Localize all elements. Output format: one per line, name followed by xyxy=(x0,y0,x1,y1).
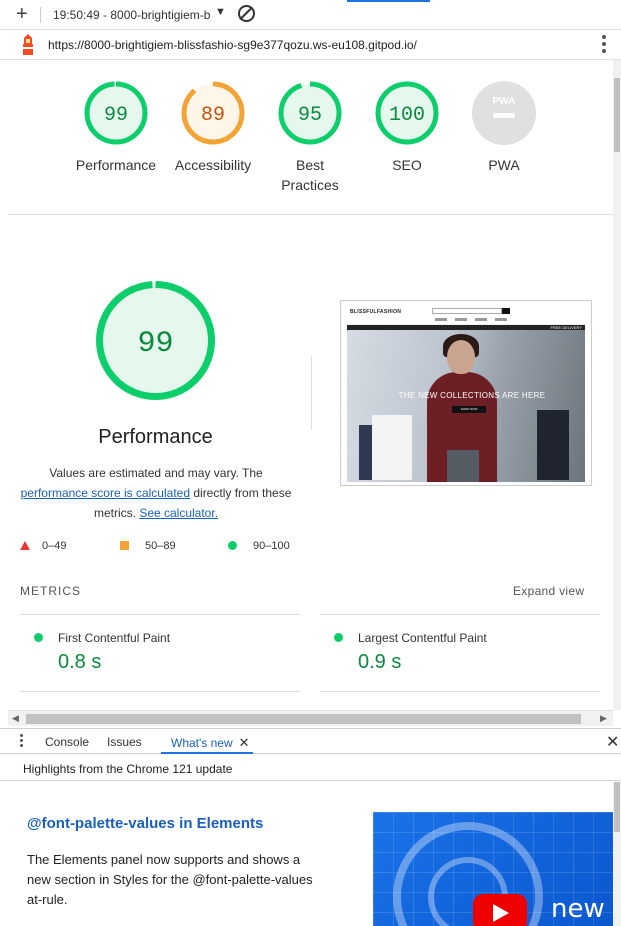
final-screenshot[interactable]: BLISSFULFASHION FREE DELIVERY THE NEW CO… xyxy=(340,300,592,486)
metric-value: 0.9 s xyxy=(358,651,402,673)
clear-reports-icon[interactable] xyxy=(238,5,255,22)
legend-average: 50–89 xyxy=(120,540,176,552)
performance-description: Values are estimated and may vary. The p… xyxy=(16,463,296,523)
gauge-performance[interactable]: 99 Performance xyxy=(66,80,166,175)
hero-headline: THE NEW COLLECTIONS ARE HERE xyxy=(398,391,546,400)
pass-circle-icon xyxy=(228,541,237,550)
pass-circle-icon xyxy=(334,633,343,642)
pass-circle-icon xyxy=(34,633,43,642)
site-header: BLISSFULFASHION xyxy=(347,305,585,325)
legend-pass: 90–100 xyxy=(228,540,290,552)
gauge-label: SEO xyxy=(392,157,422,173)
performance-score-gauge: 99 xyxy=(96,281,215,400)
tab-issues[interactable]: Issues xyxy=(107,735,142,749)
close-drawer-icon[interactable]: ✕ xyxy=(606,732,619,752)
gauge-ring: 100 xyxy=(375,81,439,145)
play-icon[interactable] xyxy=(473,894,527,926)
see-calculator-link[interactable]: See calculator. xyxy=(139,506,218,520)
gauge-pwa[interactable]: PWA PWA xyxy=(454,80,554,175)
metric-value: 0.8 s xyxy=(58,651,102,673)
gauge-score: 95 xyxy=(298,104,322,127)
lighthouse-report: 99 Performance 89 Accessibility 95 Best … xyxy=(8,60,613,710)
pwa-badge-icon: PWA xyxy=(472,81,536,145)
toolbar-divider xyxy=(40,7,41,23)
drawer-vertical-scrollbar[interactable] xyxy=(613,782,621,926)
desc-text: Values are estimated and may vary. The xyxy=(49,466,263,480)
more-options-icon[interactable] xyxy=(602,35,606,55)
fail-triangle-icon xyxy=(20,541,30,550)
gauge-score: 99 xyxy=(104,104,128,127)
drawer-tabbar: Console Issues What's new ✕ ✕ xyxy=(0,728,621,754)
performance-title: Performance xyxy=(98,426,213,448)
metrics-header: METRICS xyxy=(20,584,81,598)
gauge-label: Performance xyxy=(75,157,157,173)
tab-indicator xyxy=(347,0,430,2)
gauge-accessibility[interactable]: 89 Accessibility xyxy=(163,80,263,175)
url-bar: https://8000-brightigiem-blissfashio-sg9… xyxy=(0,30,621,60)
tab-whats-new[interactable]: What's new ✕ xyxy=(171,735,250,751)
drawer-menu-icon[interactable] xyxy=(20,734,24,750)
thumbnail-text: new xyxy=(551,894,605,924)
feature-description: The Elements panel now supports and show… xyxy=(27,852,313,907)
gauge-best-practices[interactable]: 95 Best Practices xyxy=(260,80,360,195)
metric-name: First Contentful Paint xyxy=(58,631,171,645)
gauge-score: 89 xyxy=(201,104,225,127)
whats-new-panel: @font-palette-values in Elements The Ele… xyxy=(0,782,613,926)
active-tab-indicator xyxy=(161,752,253,754)
highlights-text: Highlights from the Chrome 121 update xyxy=(23,762,233,776)
gauge-ring: 99 xyxy=(84,81,148,145)
site-search-box xyxy=(432,308,502,314)
score-gauges: 99 Performance 89 Accessibility 95 Best … xyxy=(8,60,613,215)
gauge-seo[interactable]: 100 SEO xyxy=(357,80,457,175)
metric-lcp: Largest Contentful Paint 0.9 s xyxy=(320,614,600,692)
report-dropdown-icon[interactable]: ▼ xyxy=(215,6,226,18)
metric-fcp: First Contentful Paint 0.8 s xyxy=(20,614,300,692)
feature-video-thumbnail[interactable]: new xyxy=(373,812,613,926)
pwa-badge-text: PWA xyxy=(493,96,516,107)
site-search-button xyxy=(502,308,510,314)
report-toolbar: + 19:50:49 - 8000-brightigiem-b ▼ xyxy=(0,0,621,30)
feature-title[interactable]: @font-palette-values in Elements xyxy=(27,815,263,832)
gauge-label: Best Practices xyxy=(281,157,339,193)
site-nav xyxy=(435,318,515,321)
score-calculated-link[interactable]: performance score is calculated xyxy=(21,486,190,500)
hero-image: THE NEW COLLECTIONS ARE HERE SHOP NOW xyxy=(347,330,585,482)
lighthouse-icon xyxy=(23,34,33,55)
close-tab-icon[interactable]: ✕ xyxy=(239,735,250,750)
site-logo: BLISSFULFASHION xyxy=(350,309,402,315)
gauge-ring: 89 xyxy=(181,81,245,145)
performance-score: 99 xyxy=(137,327,173,361)
gauge-score: 100 xyxy=(389,104,425,127)
legend-fail: 0–49 xyxy=(20,540,66,552)
report-selector[interactable]: 19:50:49 - 8000-brightigiem-b xyxy=(53,8,210,22)
report-url: https://8000-brightigiem-blissfashio-sg9… xyxy=(48,38,417,52)
report-vertical-scrollbar[interactable] xyxy=(613,60,621,710)
new-report-button[interactable]: + xyxy=(16,4,28,24)
section-divider xyxy=(311,356,312,430)
tab-console[interactable]: Console xyxy=(45,735,89,749)
average-square-icon xyxy=(120,541,129,550)
highlights-bar: Highlights from the Chrome 121 update xyxy=(0,755,621,781)
expand-view-toggle[interactable]: Expand view xyxy=(513,584,584,598)
hero-button: SHOP NOW xyxy=(452,406,486,413)
scroll-left-icon[interactable]: ◀ xyxy=(12,713,19,724)
gauge-label: PWA xyxy=(488,157,520,173)
scroll-right-icon[interactable]: ▶ xyxy=(600,713,607,724)
gauge-ring: 95 xyxy=(278,81,342,145)
metric-name: Largest Contentful Paint xyxy=(358,631,487,645)
gauge-label: Accessibility xyxy=(174,157,252,173)
report-horizontal-scrollbar[interactable]: ◀ ▶ xyxy=(8,710,613,726)
